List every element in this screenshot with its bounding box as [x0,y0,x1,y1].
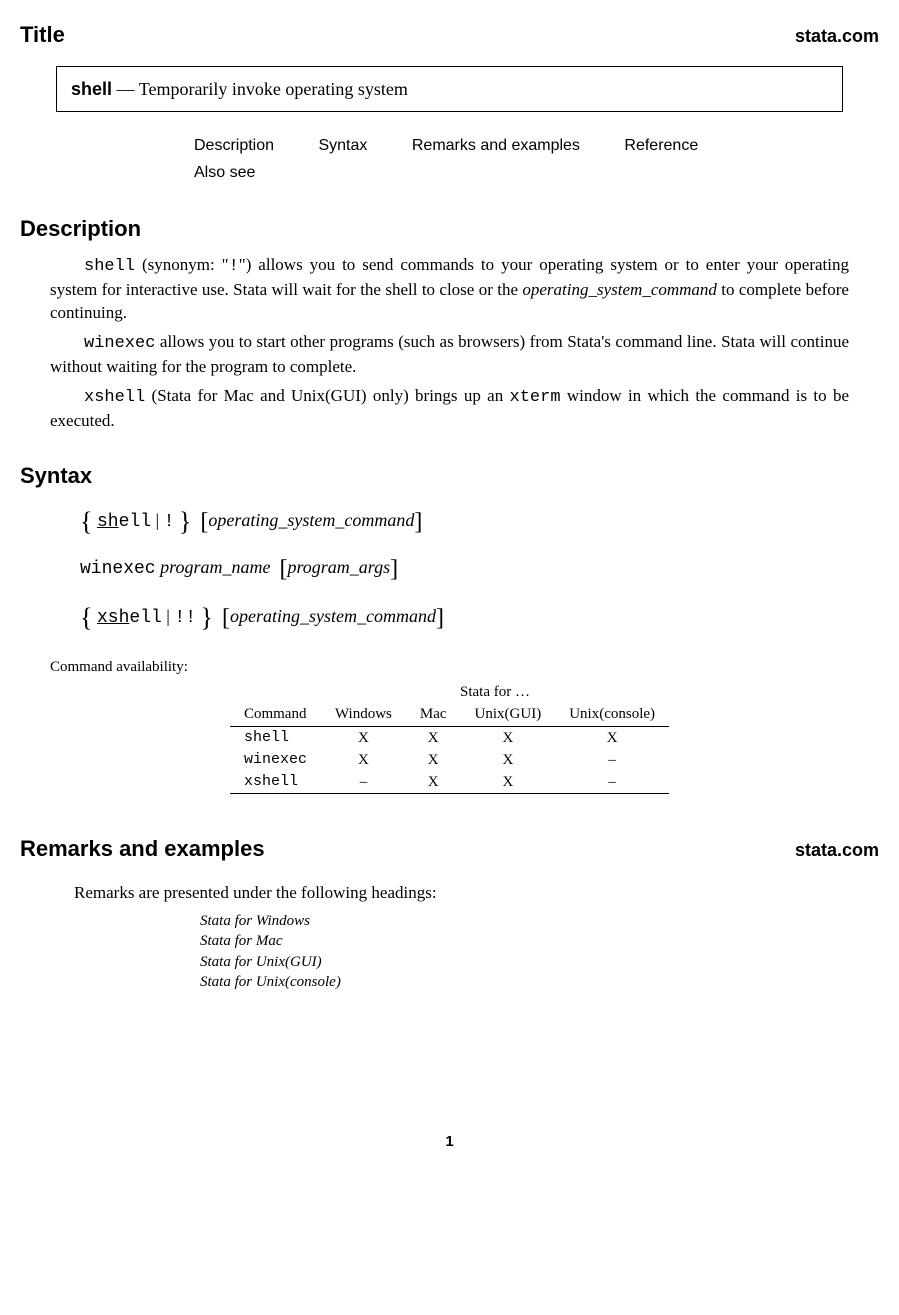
table-row: shell X X X X [230,726,669,749]
syntax-alt: ! [164,512,175,532]
nav-remarks[interactable]: Remarks and examples [412,137,580,154]
th-mac: Mac [406,703,461,726]
syntax-cmd: winexec [80,559,156,579]
syntax-arg: operating_system_command [230,606,436,626]
availability-caption: Command availability: [50,657,879,677]
cell: – [321,771,406,794]
entry-box: shell — Temporarily invoke operating sys… [56,66,843,112]
desc-para-3: xshell (Stata for Mac and Unix(GUI) only… [50,385,849,433]
syntax-abbrev: xsh [97,608,129,628]
site-link[interactable]: stata.com [795,838,879,862]
entry-command: shell [71,79,112,99]
section-syntax: Syntax [20,461,879,491]
remarks-link-mac[interactable]: Stata for Mac [200,933,283,949]
desc-para-2: winexec allows you to start other progra… [50,331,849,379]
text: (Stata for Mac and Unix(GUI) only) bring… [145,386,509,405]
cell: – [555,749,669,771]
th-unixcon: Unix(console) [555,703,669,726]
syntax-rest: ell [119,512,151,532]
nav-links: Description Syntax Remarks and examples … [194,132,754,186]
cell: X [406,726,461,749]
syntax-abbrev: sh [97,512,119,532]
nav-reference[interactable]: Reference [624,137,698,154]
section-description: Description [20,214,879,244]
syntax-alt: !! [174,608,196,628]
syntax-arg: program_name [160,557,270,577]
cmd-xshell: xshell [84,388,145,407]
remarks-link-windows[interactable]: Stata for Windows [200,913,310,929]
arg-osc: operating_system_command [522,280,717,299]
th-command: Command [230,703,321,726]
cell: X [555,726,669,749]
cmd-bang: ! [229,257,239,276]
th-unixgui: Unix(GUI) [461,703,556,726]
cell: X [461,749,556,771]
section-title: Title [20,20,65,50]
syntax-line-3: { xshell | !! } [operating_system_comman… [80,600,879,635]
text: allows you to start other programs (such… [50,332,849,376]
cell: X [321,749,406,771]
table-row: winexec X X X – [230,749,669,771]
remarks-link-unixgui[interactable]: Stata for Unix(GUI) [200,954,322,970]
nav-syntax[interactable]: Syntax [318,137,367,154]
remarks-headings-list: Stata for Windows Stata for Mac Stata fo… [200,911,879,992]
nav-description[interactable]: Description [194,137,274,154]
site-link[interactable]: stata.com [795,24,879,48]
cell: X [321,726,406,749]
cell: X [461,771,556,794]
remarks-intro: Remarks are presented under the followin… [74,882,879,905]
entry-dash: — [112,79,139,99]
cmd-winexec: winexec [84,334,155,353]
remarks-link-unixcon[interactable]: Stata for Unix(console) [200,974,341,990]
entry-description: Temporarily invoke operating system [139,79,408,99]
syntax-rest: ell [129,608,161,628]
cell-cmd: winexec [230,749,321,771]
syntax-arg: operating_system_command [208,510,414,530]
text: (synonym: " [135,255,229,274]
cmd-shell: shell [84,257,135,276]
availability-table: Stata for … Command Windows Mac Unix(GUI… [230,681,669,794]
page-number: 1 [20,1132,879,1152]
cell-cmd: shell [230,726,321,749]
syntax-arg: program_args [287,557,390,577]
table-row: xshell – X X – [230,771,669,794]
desc-para-1: shell (synonym: "!") allows you to send … [50,254,849,325]
cell: X [461,726,556,749]
cmd-xterm: xterm [510,388,561,407]
th-windows: Windows [321,703,406,726]
cell-cmd: xshell [230,771,321,794]
syntax-line-2: winexec program_name [program_args] [80,553,879,585]
section-remarks: Remarks and examples [20,834,265,864]
cell: – [555,771,669,794]
nav-alsosee[interactable]: Also see [194,164,255,181]
table-super-header: Stata for … [321,681,669,703]
syntax-line-1: { shell | ! } [operating_system_command] [80,504,879,539]
cell: X [406,749,461,771]
cell: X [406,771,461,794]
